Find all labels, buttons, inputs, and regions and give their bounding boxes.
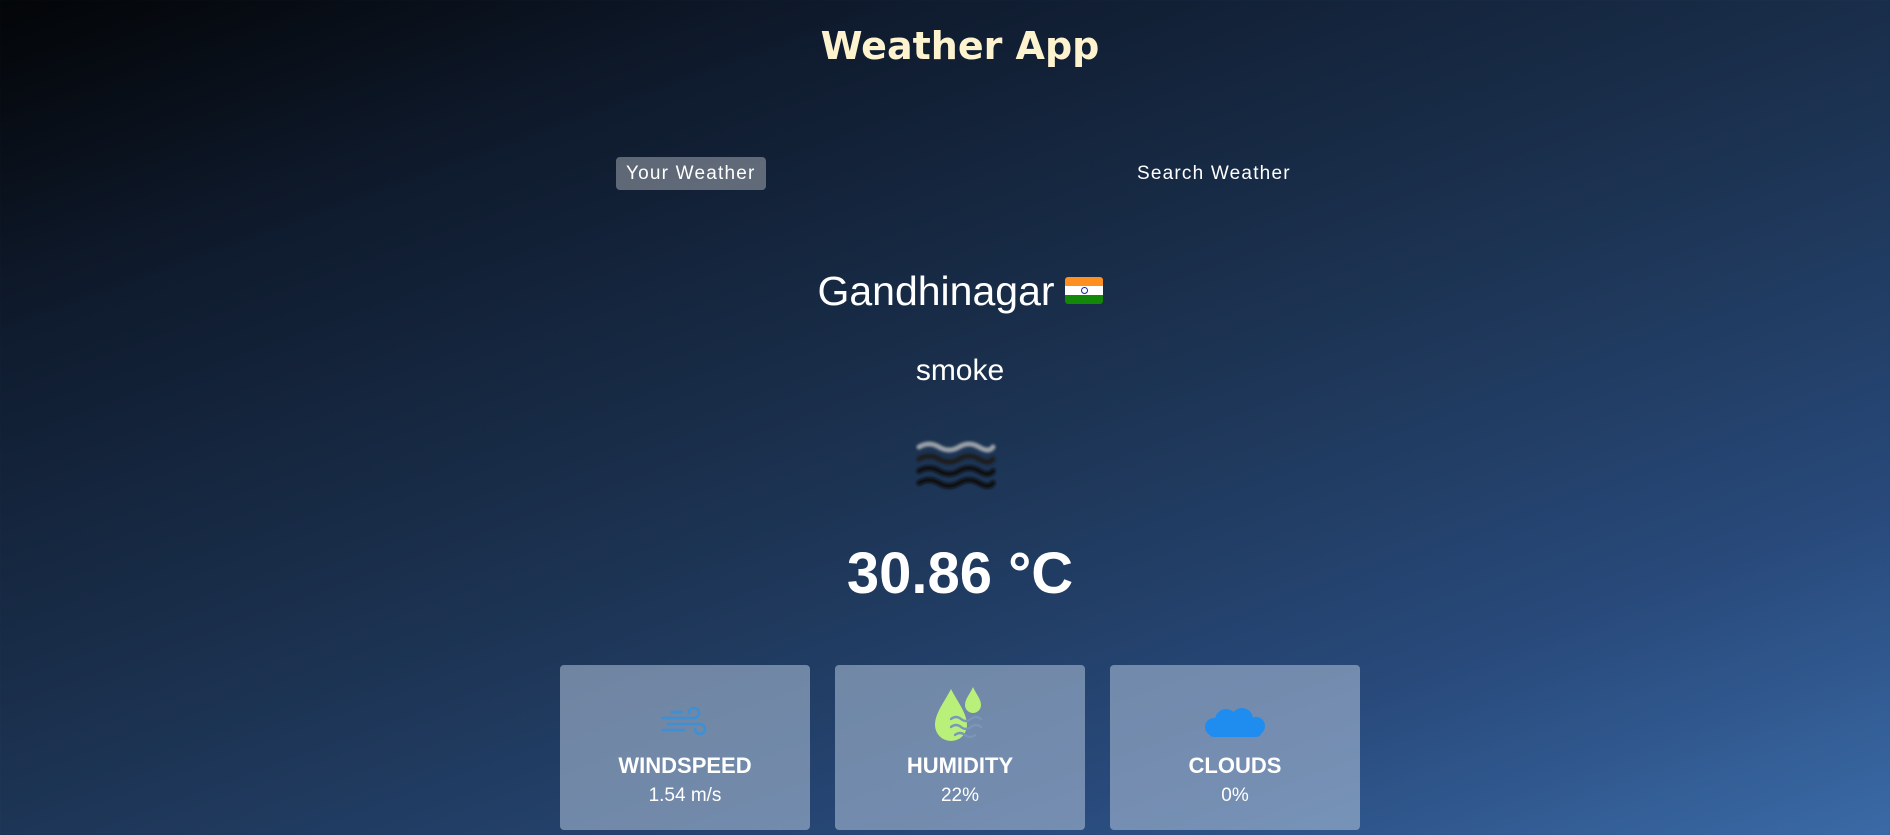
weather-description: smoke bbox=[915, 354, 1005, 387]
humidity-card: HUMIDITY 22% bbox=[835, 665, 1085, 830]
app-title: Weather App bbox=[820, 24, 1100, 68]
windspeed-value: 1.54 m/s bbox=[648, 785, 722, 806]
tab-your-weather[interactable]: Your Weather bbox=[616, 157, 766, 190]
temperature: 30.86 °C bbox=[846, 541, 1074, 606]
windspeed-label: WINDSPEED bbox=[618, 753, 752, 778]
india-flag-icon bbox=[1064, 276, 1103, 304]
humidity-drops-icon bbox=[835, 687, 1085, 751]
humidity-label: HUMIDITY bbox=[906, 753, 1014, 778]
clouds-value: 0% bbox=[1221, 785, 1249, 806]
humidity-value: 22% bbox=[940, 785, 980, 806]
wind-icon bbox=[560, 687, 810, 751]
location-row: Gandhinagar bbox=[0, 268, 1890, 315]
smoke-haze-icon bbox=[915, 437, 997, 493]
tab-search-weather[interactable]: Search Weather bbox=[1127, 157, 1301, 190]
cloud-icon bbox=[1110, 687, 1360, 751]
windspeed-card: WINDSPEED 1.54 m/s bbox=[560, 665, 810, 830]
city-name: Gandhinagar bbox=[817, 268, 1055, 314]
clouds-label: CLOUDS bbox=[1188, 753, 1282, 778]
clouds-card: CLOUDS 0% bbox=[1110, 665, 1360, 830]
